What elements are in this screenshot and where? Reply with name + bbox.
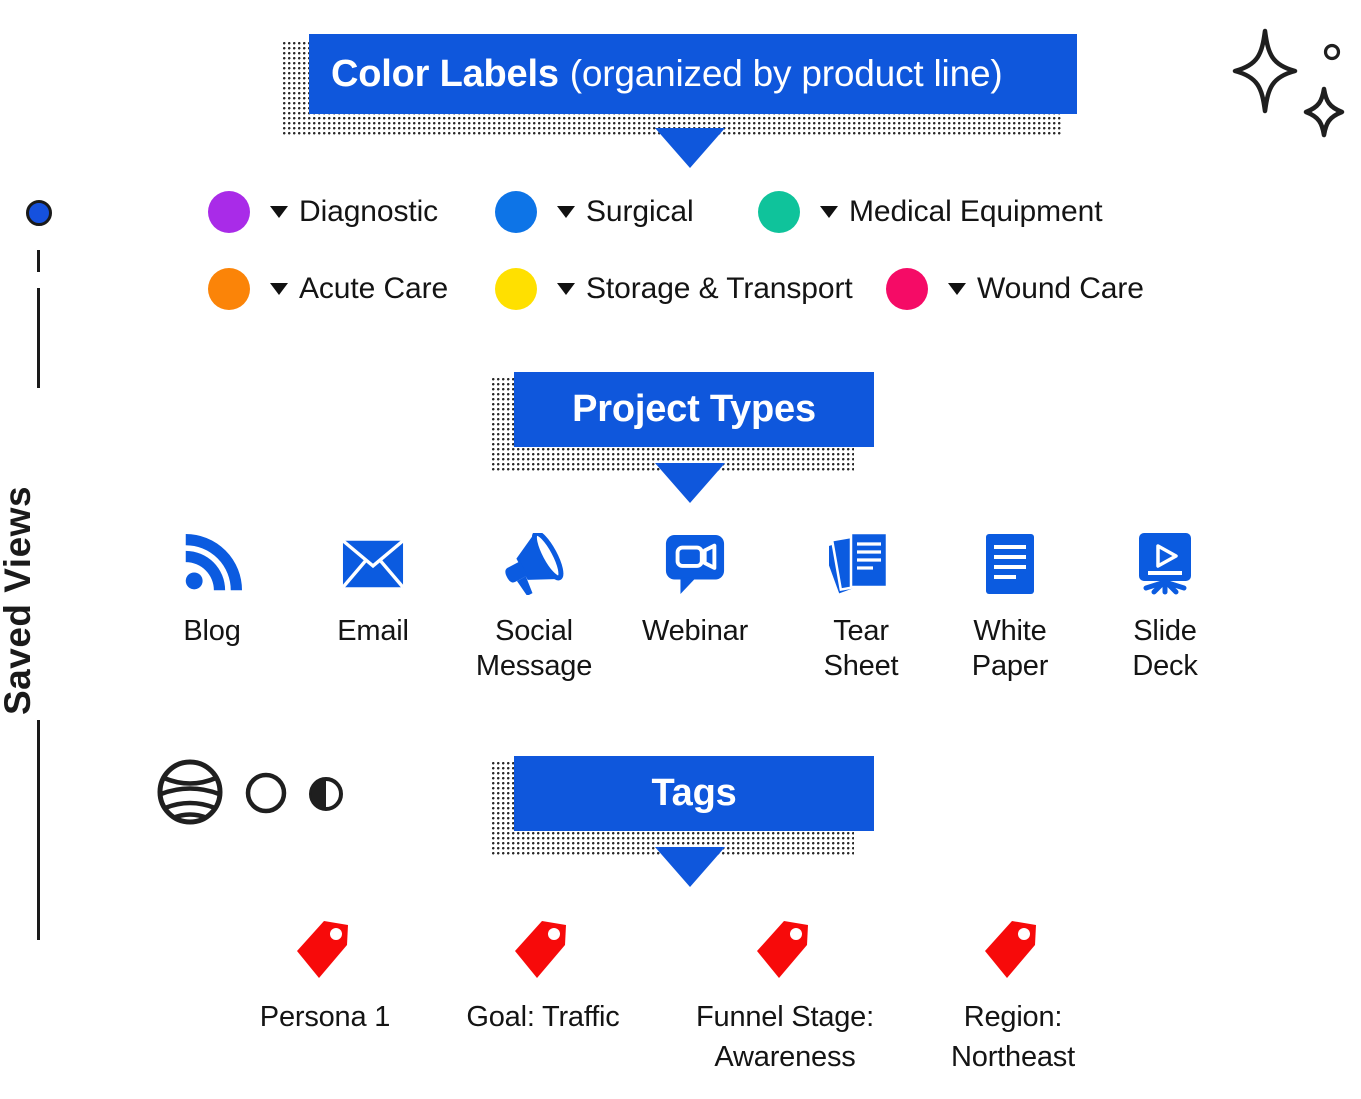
color-label-medical-equipment[interactable]: Medical Equipment [758,191,1103,233]
tag-persona-1[interactable]: Persona 1 [210,915,440,1037]
tags-banner[interactable]: Tags [514,756,874,831]
saved-views-marker-dot[interactable] [26,200,52,226]
color-swatch-storage-transport [495,268,537,310]
presentation-play-icon [1090,528,1240,600]
color-labels-subtitle: (organized by product line) [569,53,1003,94]
rss-icon [137,528,287,600]
project-type-label: Email [337,615,409,647]
tag-goal-traffic[interactable]: Goal: Traffic [428,915,658,1037]
tag-icon [210,915,440,985]
tag-label: Region: Northeast [951,1001,1075,1073]
tag-label: Funnel Stage: Awareness [696,1001,874,1073]
tag-region-northeast[interactable]: Region: Northeast [898,915,1128,1077]
project-type-social-message[interactable]: Social Message [459,528,609,684]
half-filled-circle-icon [308,776,344,817]
project-types-arrow-icon [655,463,725,503]
color-label-text: Storage & Transport [586,272,853,305]
chevron-down-icon[interactable] [270,206,288,218]
tag-icon [428,915,658,985]
project-type-slide-deck[interactable]: Slide Deck [1090,528,1240,684]
saved-views-label: Saved Views [0,485,38,715]
color-label-wound-care[interactable]: Wound Care [886,268,1144,310]
tags-arrow-icon [655,847,725,887]
color-label-diagnostic[interactable]: Diagnostic [208,191,438,233]
envelope-icon [298,528,448,600]
color-label-surgical[interactable]: Surgical [495,191,694,233]
color-label-text: Surgical [586,195,694,228]
color-labels-banner[interactable]: Color Labels (organized by product line) [309,34,1077,114]
project-type-blog[interactable]: Blog [137,528,287,649]
chevron-down-icon[interactable] [557,283,575,295]
tag-funnel-stage-awareness[interactable]: Funnel Stage: Awareness [670,915,900,1077]
color-labels-arrow-icon [655,128,725,168]
rail-line-top [37,288,40,388]
tags-title: Tags [651,772,737,814]
chevron-down-icon[interactable] [948,283,966,295]
video-chat-icon [620,528,770,600]
four-point-star-small-icon [1303,86,1345,143]
project-types-title: Project Types [572,388,816,430]
small-circle-outline-icon [1322,42,1342,67]
megaphone-icon [459,528,609,600]
document-icon [935,528,1085,600]
project-type-label: White Paper [971,615,1049,682]
saved-views-rail: Saved Views [0,0,120,1099]
rail-dash [37,250,40,272]
color-labels-title: Color Labels [331,52,559,95]
tag-icon [670,915,900,985]
project-types-banner[interactable]: Project Types [514,372,874,447]
chevron-down-icon[interactable] [820,206,838,218]
color-swatch-acute-care [208,268,250,310]
color-swatch-surgical [495,191,537,233]
color-label-storage-transport[interactable]: Storage & Transport [495,268,853,310]
color-swatch-diagnostic [208,191,250,233]
striped-planet-icon [156,758,224,831]
color-swatch-wound-care [886,268,928,310]
project-type-label: Tear Sheet [823,615,899,682]
project-type-white-paper[interactable]: White Paper [935,528,1085,684]
chevron-down-icon[interactable] [270,283,288,295]
project-type-label: Social Message [475,615,593,682]
chevron-down-icon[interactable] [557,206,575,218]
color-label-text: Medical Equipment [849,195,1103,228]
project-type-label: Blog [183,615,241,647]
color-swatch-medical-equipment [758,191,800,233]
tag-label: Goal: Traffic [466,1001,620,1033]
stacked-documents-icon [786,528,936,600]
project-type-webinar[interactable]: Webinar [620,528,770,649]
color-label-text: Acute Care [299,272,449,305]
rail-line-bottom [37,720,40,940]
color-label-acute-care[interactable]: Acute Care [208,268,448,310]
tag-label: Persona 1 [259,1001,391,1033]
tag-icon [898,915,1128,985]
color-label-text: Wound Care [977,272,1144,305]
circle-outline-icon [245,772,287,819]
project-type-tear-sheet[interactable]: Tear Sheet [786,528,936,684]
project-type-label: Slide Deck [1132,615,1198,682]
color-label-text: Diagnostic [299,195,439,228]
four-point-star-icon [1232,28,1298,119]
project-type-email[interactable]: Email [298,528,448,649]
project-type-label: Webinar [641,615,749,647]
